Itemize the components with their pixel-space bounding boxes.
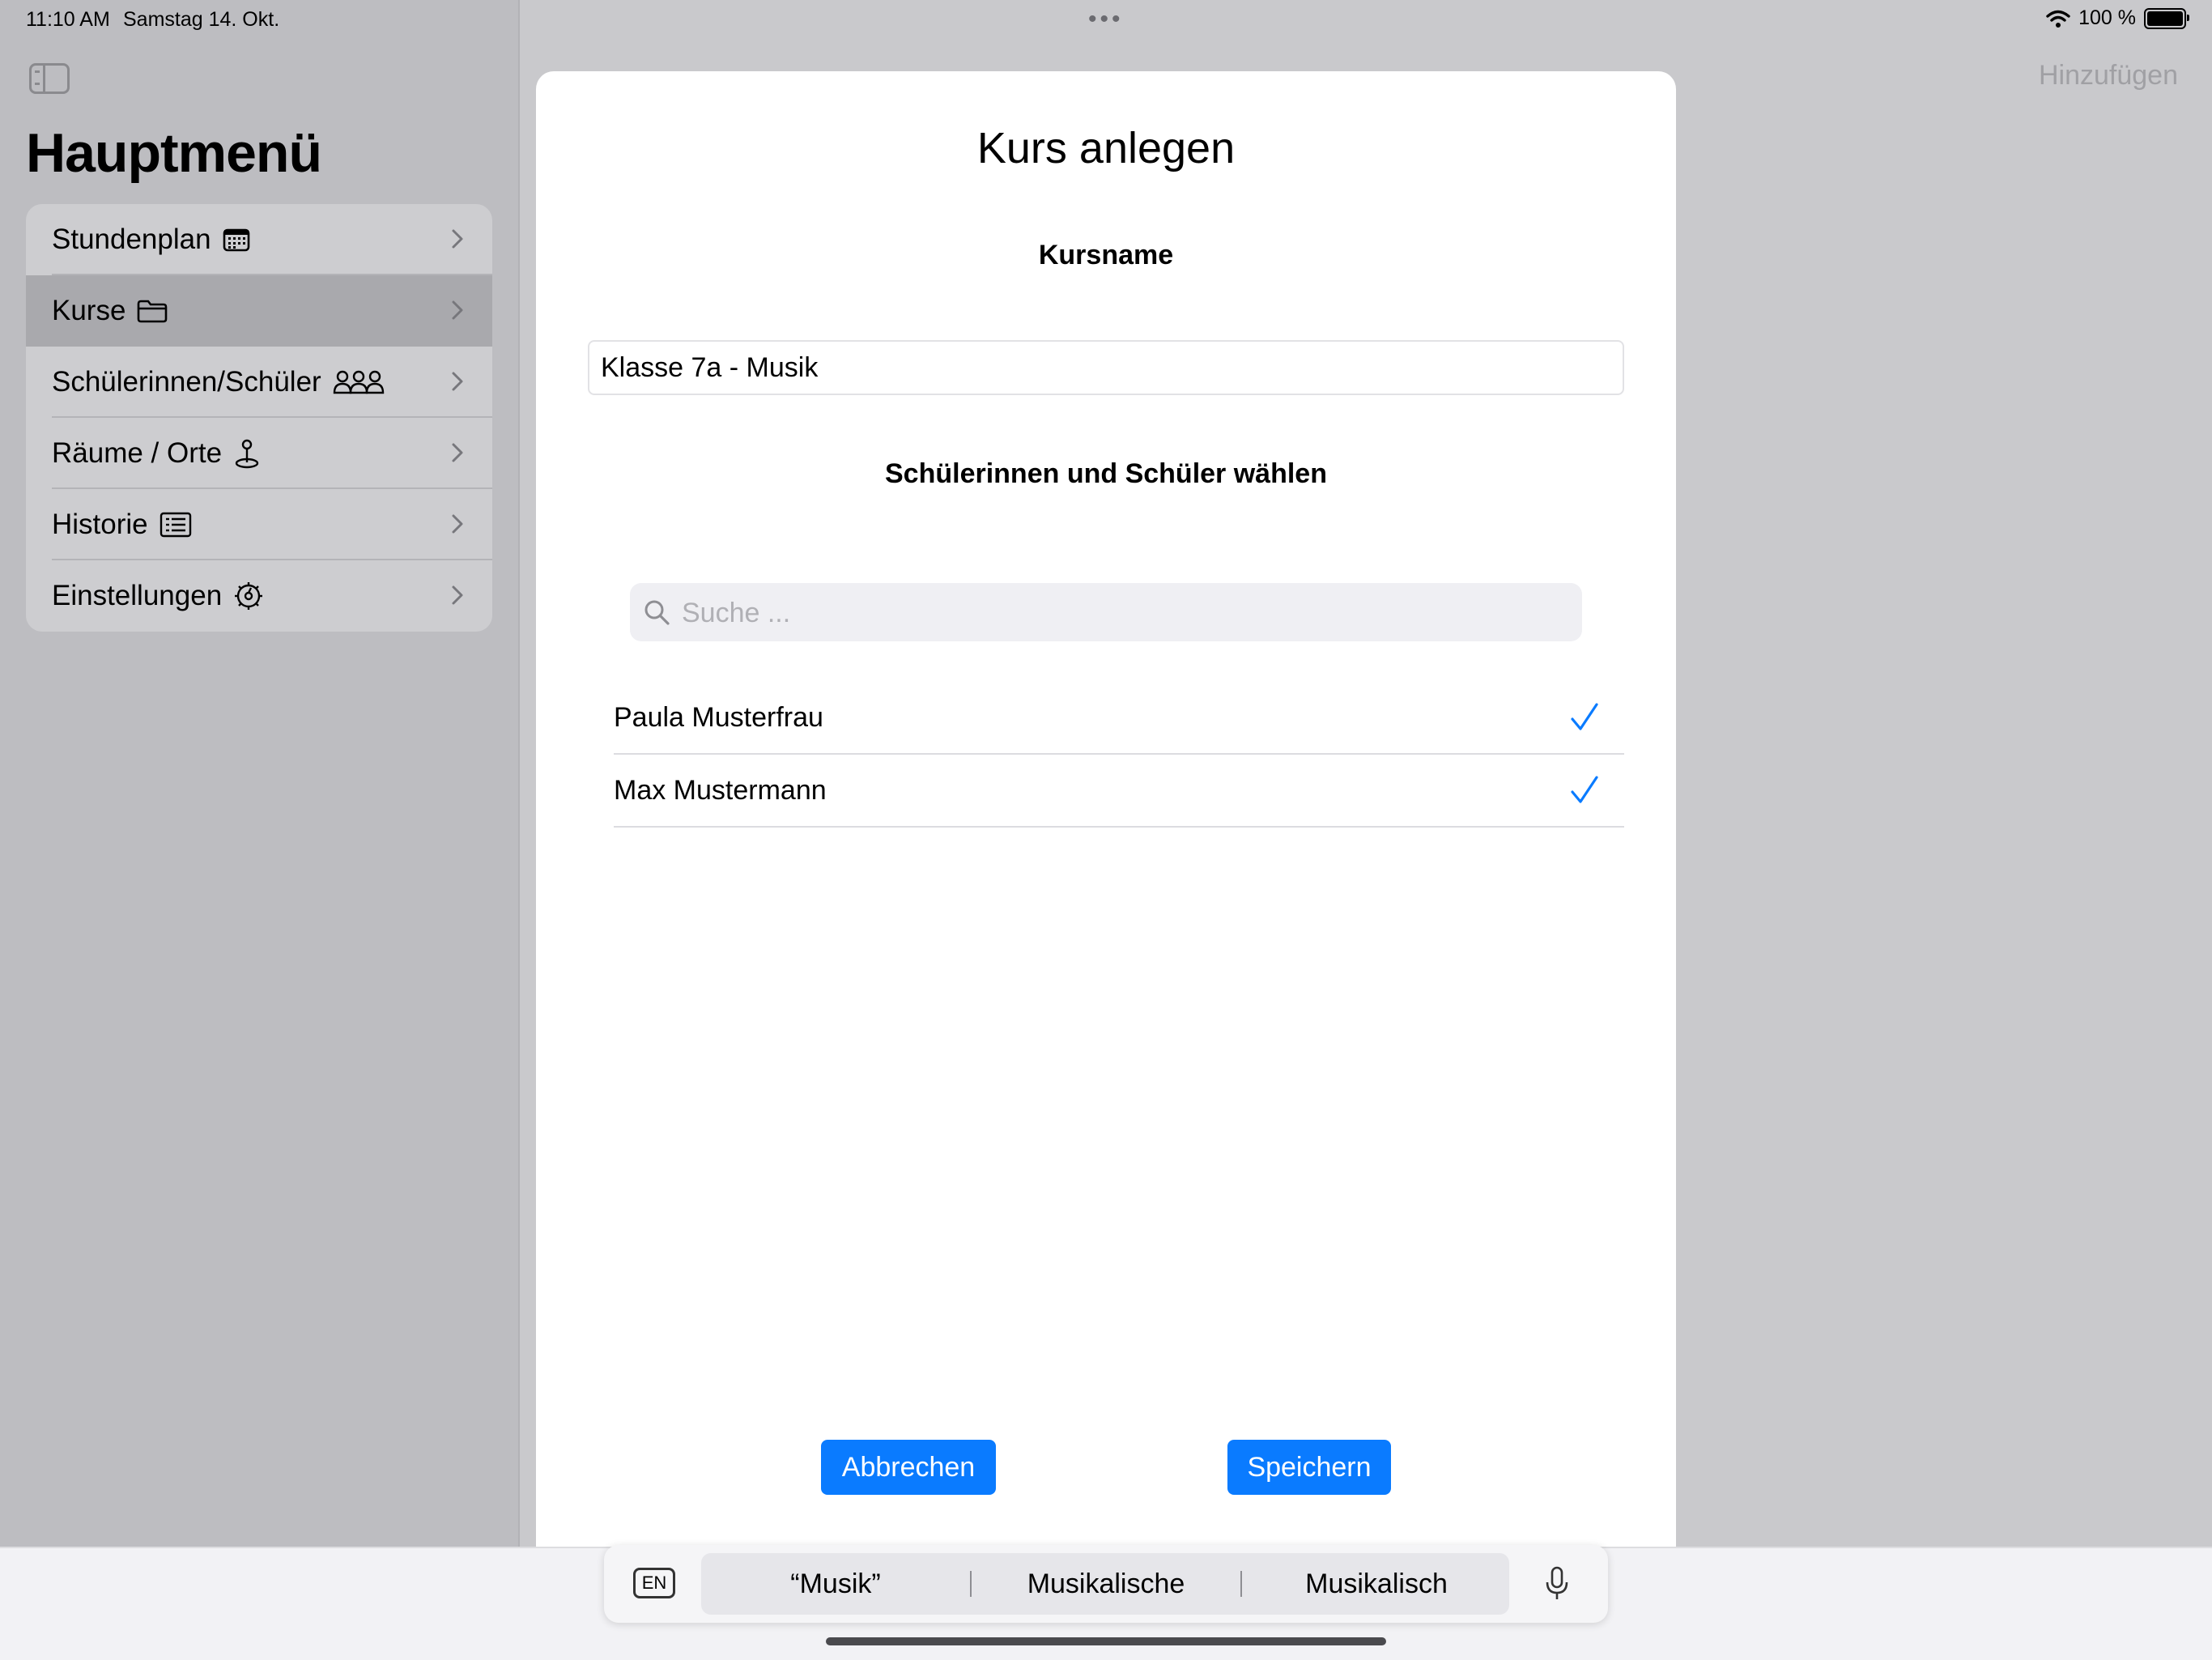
chevron-right-icon xyxy=(452,514,463,534)
sidebar-item-historie[interactable]: Historie xyxy=(26,489,492,560)
sidebar-item-stundenplan[interactable]: Stundenplan xyxy=(26,204,492,275)
cancel-button[interactable]: Abbrechen xyxy=(821,1440,996,1495)
sidebar-item-label: Stundenplan xyxy=(52,223,211,255)
gear-icon xyxy=(233,581,264,611)
list-icon xyxy=(160,512,192,538)
sidebar-item-label: Kurse xyxy=(52,295,126,326)
sidebar-item-einstellungen[interactable]: Einstellungen xyxy=(26,560,492,632)
search-icon xyxy=(644,600,670,625)
save-button[interactable]: Speichern xyxy=(1227,1440,1391,1495)
status-right: 100 % xyxy=(2046,6,2189,30)
student-list: Paula Musterfrau Max Mustermann xyxy=(614,682,1624,828)
search-input[interactable] xyxy=(680,583,1566,643)
sidebar-toggle-icon[interactable] xyxy=(29,63,70,94)
chevron-right-icon xyxy=(452,229,463,249)
people-icon xyxy=(333,369,385,395)
sidebar-item-label: Historie xyxy=(52,509,148,540)
sidebar-item-raeume[interactable]: Räume / Orte xyxy=(26,418,492,489)
list-item[interactable]: Max Mustermann xyxy=(614,755,1624,828)
sidebar-item-kurse[interactable]: Kurse xyxy=(26,275,492,347)
battery-icon xyxy=(2144,7,2189,29)
calendar-icon xyxy=(223,228,250,252)
student-search-bar[interactable] xyxy=(630,583,1582,643)
folder-icon xyxy=(137,299,168,323)
add-button[interactable]: Hinzufügen xyxy=(2039,60,2178,92)
checkmark-icon xyxy=(1571,776,1598,803)
sheet-title: Kurs anlegen xyxy=(976,124,1236,172)
location-pin-icon xyxy=(233,438,261,469)
students-label: Schülerinnen und Schüler wählen xyxy=(885,458,1327,489)
status-date: Samstag 14. Okt. xyxy=(123,8,280,31)
chevron-right-icon xyxy=(452,585,463,605)
course-name-input[interactable] xyxy=(588,340,1624,395)
suggestion-strip: “Musik” Musikalische Musikalisch xyxy=(701,1553,1509,1615)
sidebar-item-label: Schülerinnen/Schüler xyxy=(52,366,321,398)
list-item[interactable]: Paula Musterfrau xyxy=(614,682,1624,755)
battery-percent: 100 % xyxy=(2078,6,2136,29)
suggestion-3[interactable]: Musikalisch xyxy=(1242,1553,1511,1615)
checkmark-icon xyxy=(1571,703,1598,730)
sidebar-item-label: Einstellungen xyxy=(52,580,223,611)
sidebar-title: Hauptmenü xyxy=(26,122,322,184)
microphone-icon[interactable] xyxy=(1545,1566,1569,1602)
keyboard-shortcut-bar: EN “Musik” Musikalische Musikalisch xyxy=(604,1545,1608,1623)
multitasking-dots[interactable]: ••• xyxy=(1088,7,1124,32)
sidebar-menu: Stundenplan Kurse Schülerinnen/Schüler R… xyxy=(26,204,492,632)
chevron-right-icon xyxy=(452,300,463,320)
sidebar-item-label: Räume / Orte xyxy=(52,437,223,469)
student-name: Max Mustermann xyxy=(614,774,827,806)
sidebar-item-schueler[interactable]: Schülerinnen/Schüler xyxy=(26,347,492,418)
create-course-sheet: Kurs anlegen Kursname Schülerinnen und S… xyxy=(536,71,1676,1658)
home-indicator[interactable] xyxy=(826,1637,1386,1645)
sidebar: Hauptmenü Stundenplan Kurse Schülerinnen… xyxy=(0,0,520,1658)
wifi-icon xyxy=(2046,10,2070,28)
chevron-right-icon xyxy=(452,443,463,462)
course-name-label: Kursname xyxy=(1038,240,1174,270)
student-name: Paula Musterfrau xyxy=(614,701,823,733)
suggestion-1[interactable]: “Musik” xyxy=(701,1553,970,1615)
suggestion-2[interactable]: Musikalische xyxy=(972,1553,1240,1615)
status-time: 11:10 AM xyxy=(26,8,110,31)
chevron-right-icon xyxy=(452,372,463,391)
language-key[interactable]: EN xyxy=(633,1568,675,1598)
